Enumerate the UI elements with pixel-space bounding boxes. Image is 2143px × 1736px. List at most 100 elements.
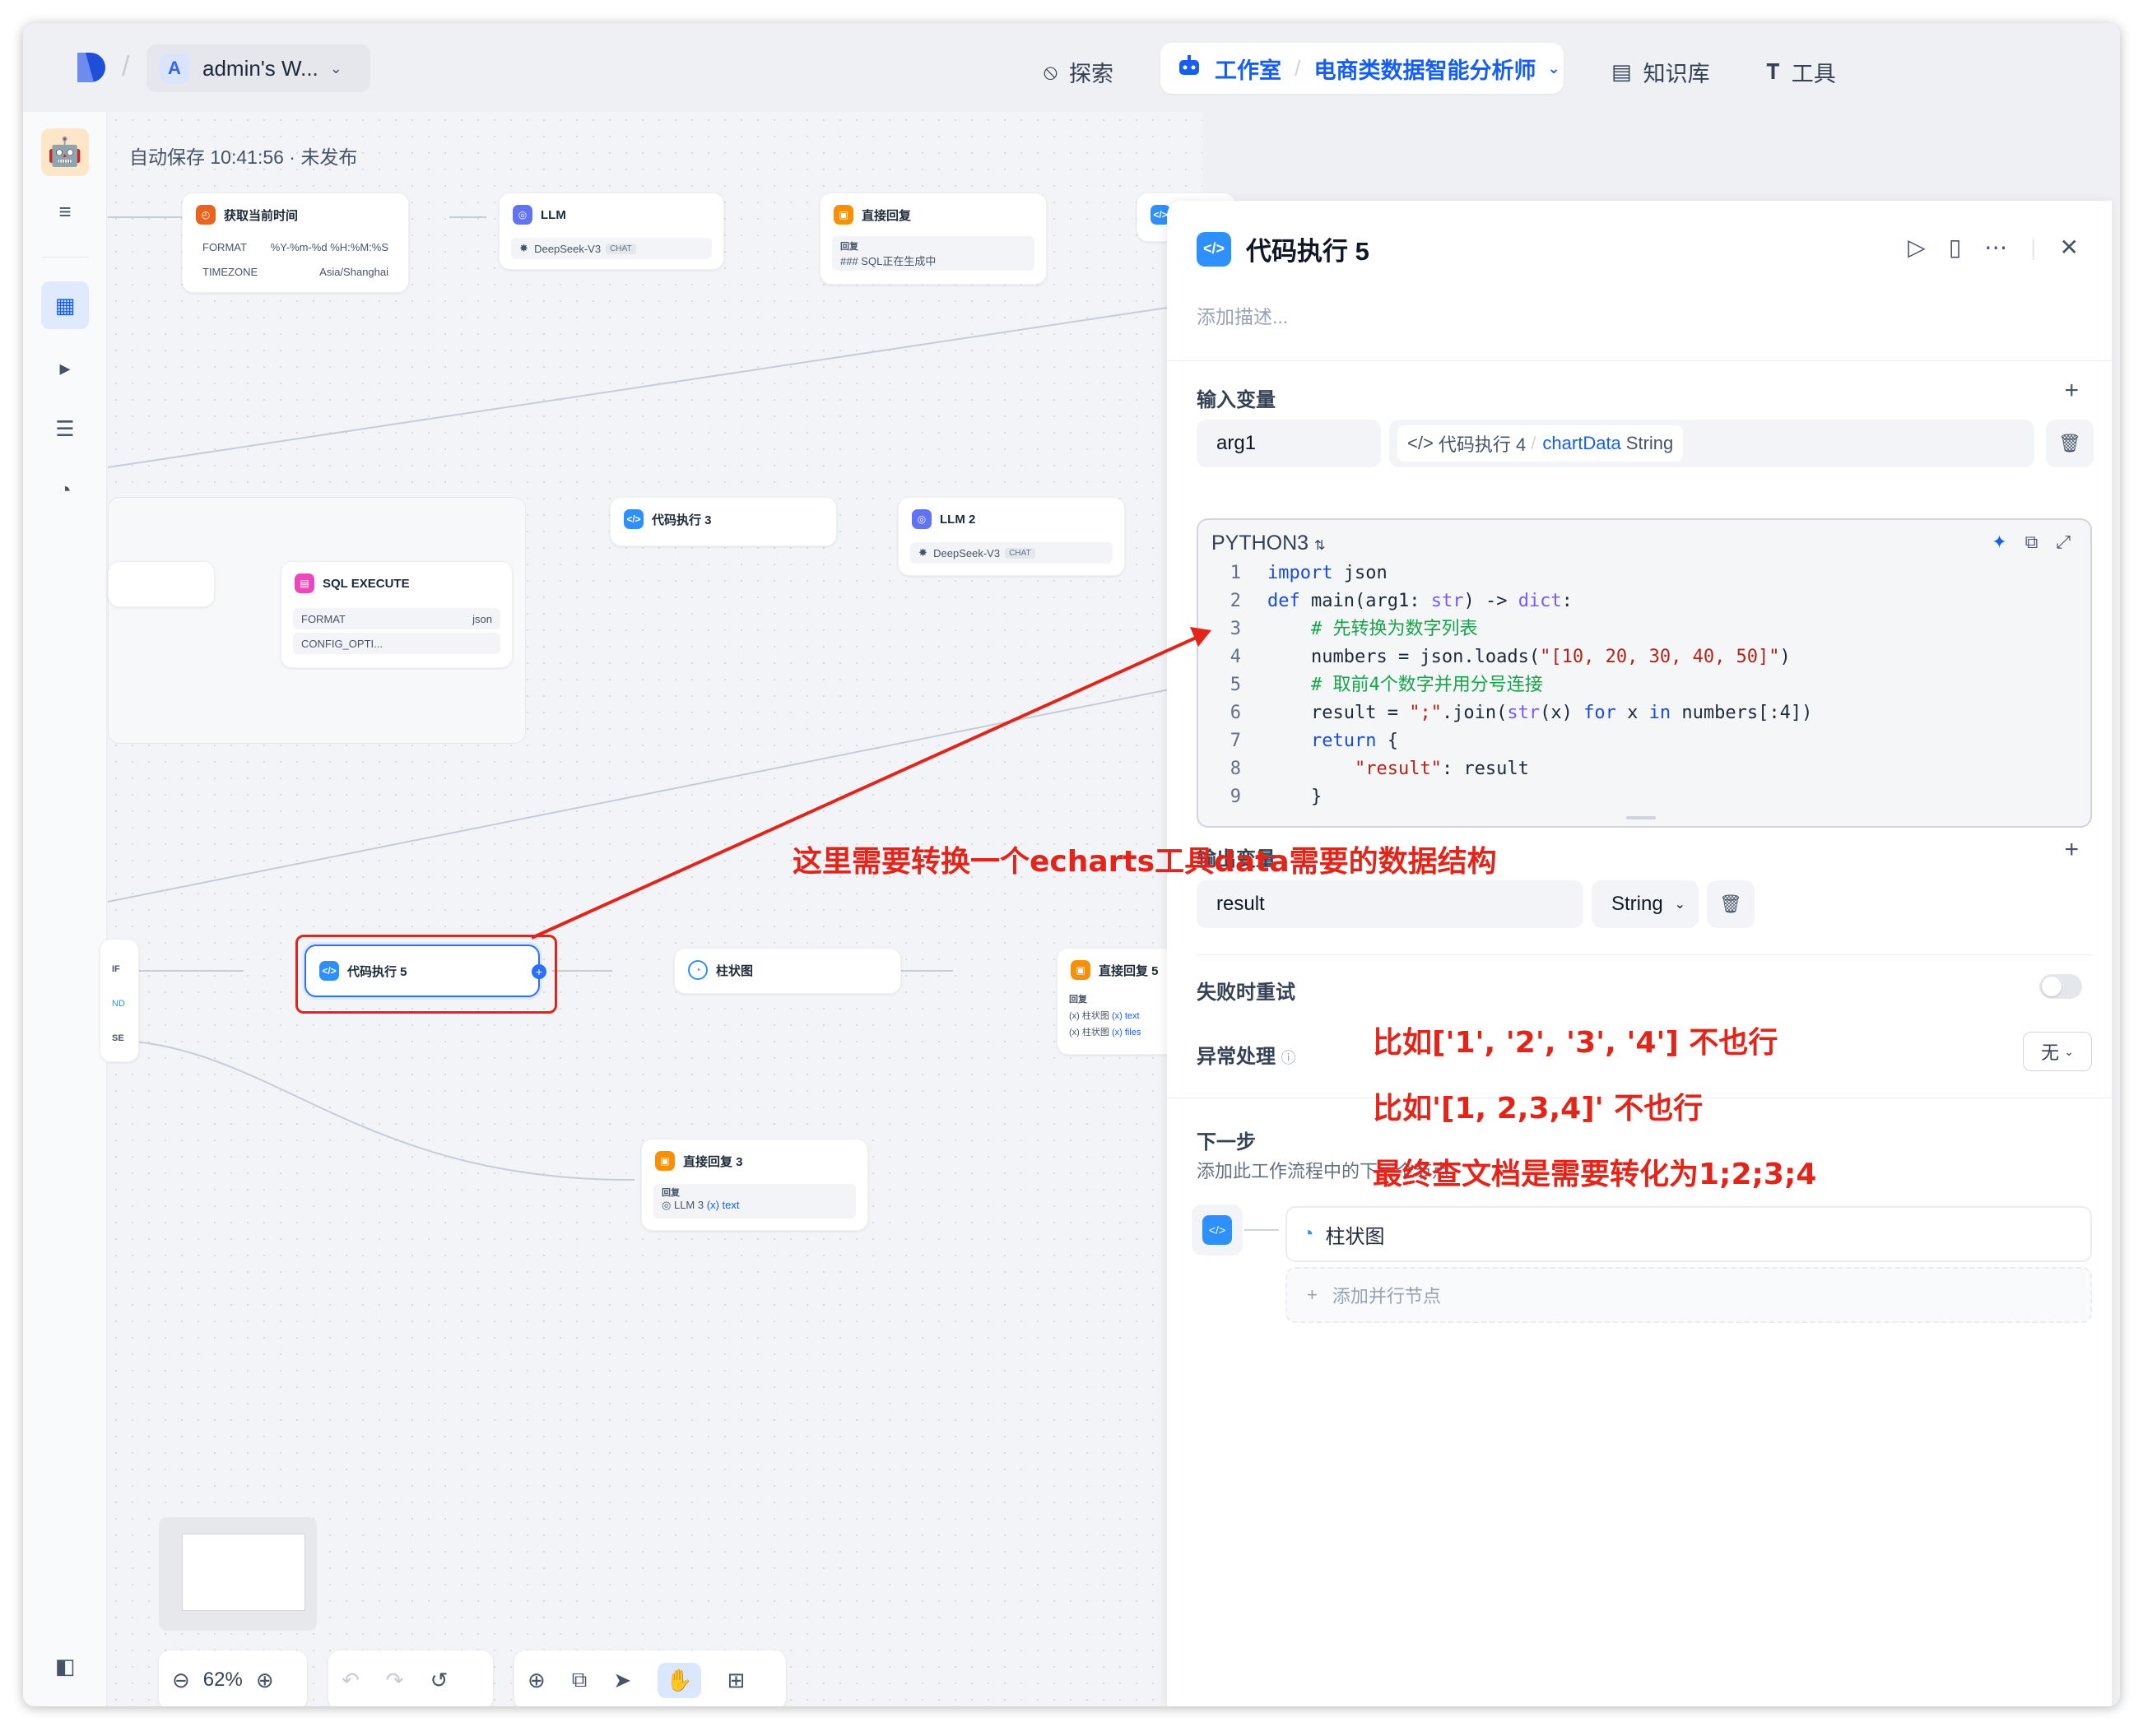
error-handling-value: 无 (2041, 1042, 2060, 1063)
input-var-name[interactable]: arg1 (1197, 420, 1381, 467)
var-node: 柱状图 (1081, 1028, 1109, 1037)
node-if-else[interactable]: IF ND SE (100, 939, 139, 1062)
add-input-icon[interactable]: + (2064, 377, 2079, 405)
next-node-bar-chart[interactable]: ◔ 柱状图 (1285, 1206, 2092, 1262)
code-line[interactable]: 3 # 先转换为数字列表 (1198, 615, 2090, 643)
delete-output-icon[interactable]: 🗑 (1707, 880, 1755, 928)
panel-title[interactable]: 代码执行 5 (1246, 230, 1369, 267)
plus-icon: + (1307, 1284, 1318, 1305)
nav-explore[interactable]: ⦸ 探索 (1044, 56, 1113, 88)
code-editor-actions: ✦ ⧉ ⤢ (1973, 531, 2071, 553)
redo-icon[interactable]: ↷ (386, 1668, 404, 1693)
node-get-time[interactable]: ◴ 获取当前时间 FORMAT %Y-%m-%d %H:%M:%S TIMEZONE… (182, 193, 409, 293)
history-icon[interactable]: ↺ (430, 1668, 449, 1693)
monitor-gauge-icon[interactable]: ◔ (41, 466, 89, 513)
node-direct-reply-3[interactable]: ▣ 直接回复 3 回复 ◎ LLM 3 (x) text (641, 1139, 868, 1231)
language-selector[interactable]: PYTHON3 ⇅ (1211, 531, 1325, 555)
help-icon[interactable]: ⓘ (1281, 1050, 1296, 1066)
copy-icon[interactable]: ⧉ (2025, 531, 2038, 553)
workspace-selector[interactable]: A admin's W... ⌄ (146, 44, 370, 92)
add-parallel-label: 添加并行节点 (1332, 1286, 1441, 1307)
organize-icon[interactable]: ⊞ (728, 1668, 746, 1693)
hand-icon[interactable]: ✋ (658, 1662, 701, 1698)
node-bar-chart[interactable]: ◔ 柱状图 (674, 948, 901, 994)
code-editor[interactable]: PYTHON3 ⇅ ✦ ⧉ ⤢ 1 import json 2 def main(ar… (1197, 518, 2092, 828)
output-var-type[interactable]: String ⌄ (1592, 880, 1699, 928)
zoom-out-icon[interactable]: ⊖ (172, 1668, 190, 1693)
minimap[interactable] (159, 1517, 317, 1631)
more-icon[interactable]: ⋯ (1984, 234, 2007, 261)
nav-studio[interactable]: 工作室 / 电商类数据智能分析师 ⌄ (1160, 43, 1564, 94)
nav-tools-label: 工具 (1791, 62, 1836, 86)
code-line[interactable]: 2 def main(arg1: str) -> dict: (1198, 587, 2090, 615)
compass-icon: ⦸ (1044, 58, 1058, 84)
input-var-source[interactable]: </> 代码执行 4 / chartData String (1389, 420, 2034, 467)
reply-label: 回复 (1069, 995, 1087, 1005)
var-node: LLM 3 (673, 1199, 704, 1211)
code-line[interactable]: 9 } (1198, 783, 2090, 811)
terminal-icon[interactable]: ▸ (41, 344, 89, 392)
annotation-main: 这里需要转换一个echarts工具data需要的数据结构 (793, 845, 1497, 879)
nav-knowledge[interactable]: ▤ 知识库 (1611, 56, 1710, 88)
param-key: TIMEZONE (202, 265, 258, 278)
code-line[interactable]: 8 "result": result (1198, 755, 2090, 783)
line-number: 7 (1230, 731, 1241, 751)
collapse-sidebar-icon[interactable]: ◧ (41, 1642, 89, 1690)
line-code: import json (1267, 563, 1388, 583)
output-var-name[interactable]: result (1197, 880, 1583, 928)
param-key: CONFIG_OPTI... (301, 637, 383, 650)
node-llm-2[interactable]: ◎ LLM 2 ✸ DeepSeek-V3 CHAT (898, 497, 1125, 576)
node-partial-left[interactable] (108, 561, 215, 607)
line-number: 4 (1230, 647, 1241, 667)
chevron-down-icon[interactable]: ⌄ (1548, 60, 1560, 77)
zoom-in-icon[interactable]: ⊕ (256, 1668, 274, 1693)
source-var: chartData (1542, 433, 1621, 453)
current-app-name[interactable]: 电商类数据智能分析师 (1314, 53, 1536, 85)
error-handling-select[interactable]: 无 ⌄ (2023, 1032, 2092, 1071)
node-llm[interactable]: ◎ LLM ✸ DeepSeek-V3 CHAT (499, 193, 724, 270)
expand-icon[interactable]: ⤢ (2056, 531, 2071, 553)
code-line[interactable]: 7 return { (1198, 727, 2090, 755)
minimap-viewport[interactable] (182, 1534, 305, 1611)
logs-icon[interactable]: ☰ (41, 405, 89, 453)
panel-actions: ▷ ▯ ⋯ | ✕ (1885, 234, 2079, 261)
add-node-icon[interactable]: ⊕ (528, 1668, 546, 1693)
add-output-icon[interactable]: + (2064, 836, 2079, 864)
node-sql-execute[interactable]: ▤ SQL EXECUTE FORMAT json CONFIG_OPTI... (281, 561, 513, 668)
zoom-level[interactable]: 62% (203, 1669, 243, 1692)
description-input[interactable]: 添加描述... (1197, 301, 1288, 329)
resize-handle[interactable] (1626, 816, 1656, 819)
retry-toggle[interactable] (2039, 974, 2082, 999)
nav-tools[interactable]: 𝐓 工具 (1766, 56, 1836, 88)
orchestrate-icon[interactable]: ▦ (41, 281, 89, 329)
node-title: 直接回复 5 (1099, 963, 1159, 978)
app-logo-icon[interactable] (74, 51, 107, 84)
undo-icon[interactable]: ↶ (342, 1668, 360, 1693)
pointer-icon[interactable]: ➤ (613, 1668, 631, 1693)
code-lines[interactable]: 1 import json 2 def main(arg1: str) -> dict… (1198, 559, 2090, 811)
node-code-exec-3[interactable]: </> 代码执行 3 (610, 497, 837, 546)
reply-var-row: ◎ LLM 3 (x) text (662, 1199, 740, 1211)
delete-input-icon[interactable]: 🗑 (2046, 420, 2094, 467)
settings-sliders-icon[interactable]: ≡ (41, 188, 89, 235)
code-line[interactable]: 4 numbers = json.loads("[10, 20, 30, 40,… (1198, 643, 2090, 671)
run-icon[interactable]: ▷ (1908, 234, 1926, 261)
app-avatar-icon[interactable]: 🤖 (41, 128, 89, 176)
close-icon[interactable]: ✕ (2060, 234, 2079, 261)
help-book-icon[interactable]: ▯ (1949, 234, 1961, 261)
add-note-icon[interactable]: ⧉ (572, 1667, 588, 1693)
node-direct-reply[interactable]: ▣ 直接回复 回复 ### SQL正在生成中 (820, 193, 1047, 285)
line-number: 6 (1230, 703, 1241, 723)
chevron-down-icon: ⌄ (329, 59, 342, 77)
code-line[interactable]: 5 # 取前4个数字并用分号连接 (1198, 671, 2090, 699)
line-code: return { (1310, 731, 1398, 751)
param-key: FORMAT (301, 612, 346, 625)
ai-sparkle-icon[interactable]: ✦ (1992, 531, 2006, 553)
node-header: ◔ 柱状图 (688, 960, 753, 980)
annotation-note-1: 比如['1', '2', '3', '4'] 不也行 (1373, 1026, 1778, 1060)
code-line[interactable]: 6 result = ";".join(str(x) for x in numb… (1198, 699, 2090, 727)
code-line[interactable]: 1 import json (1198, 559, 2090, 587)
add-parallel-node-button[interactable]: + 添加并行节点 (1285, 1267, 2092, 1323)
if-label: IF (112, 964, 120, 974)
workflow-canvas[interactable]: 自动保存 10:41:56 · 未发布 ◴ 获取当前时间 FORMAT %Y-%m-… (100, 112, 1235, 1706)
